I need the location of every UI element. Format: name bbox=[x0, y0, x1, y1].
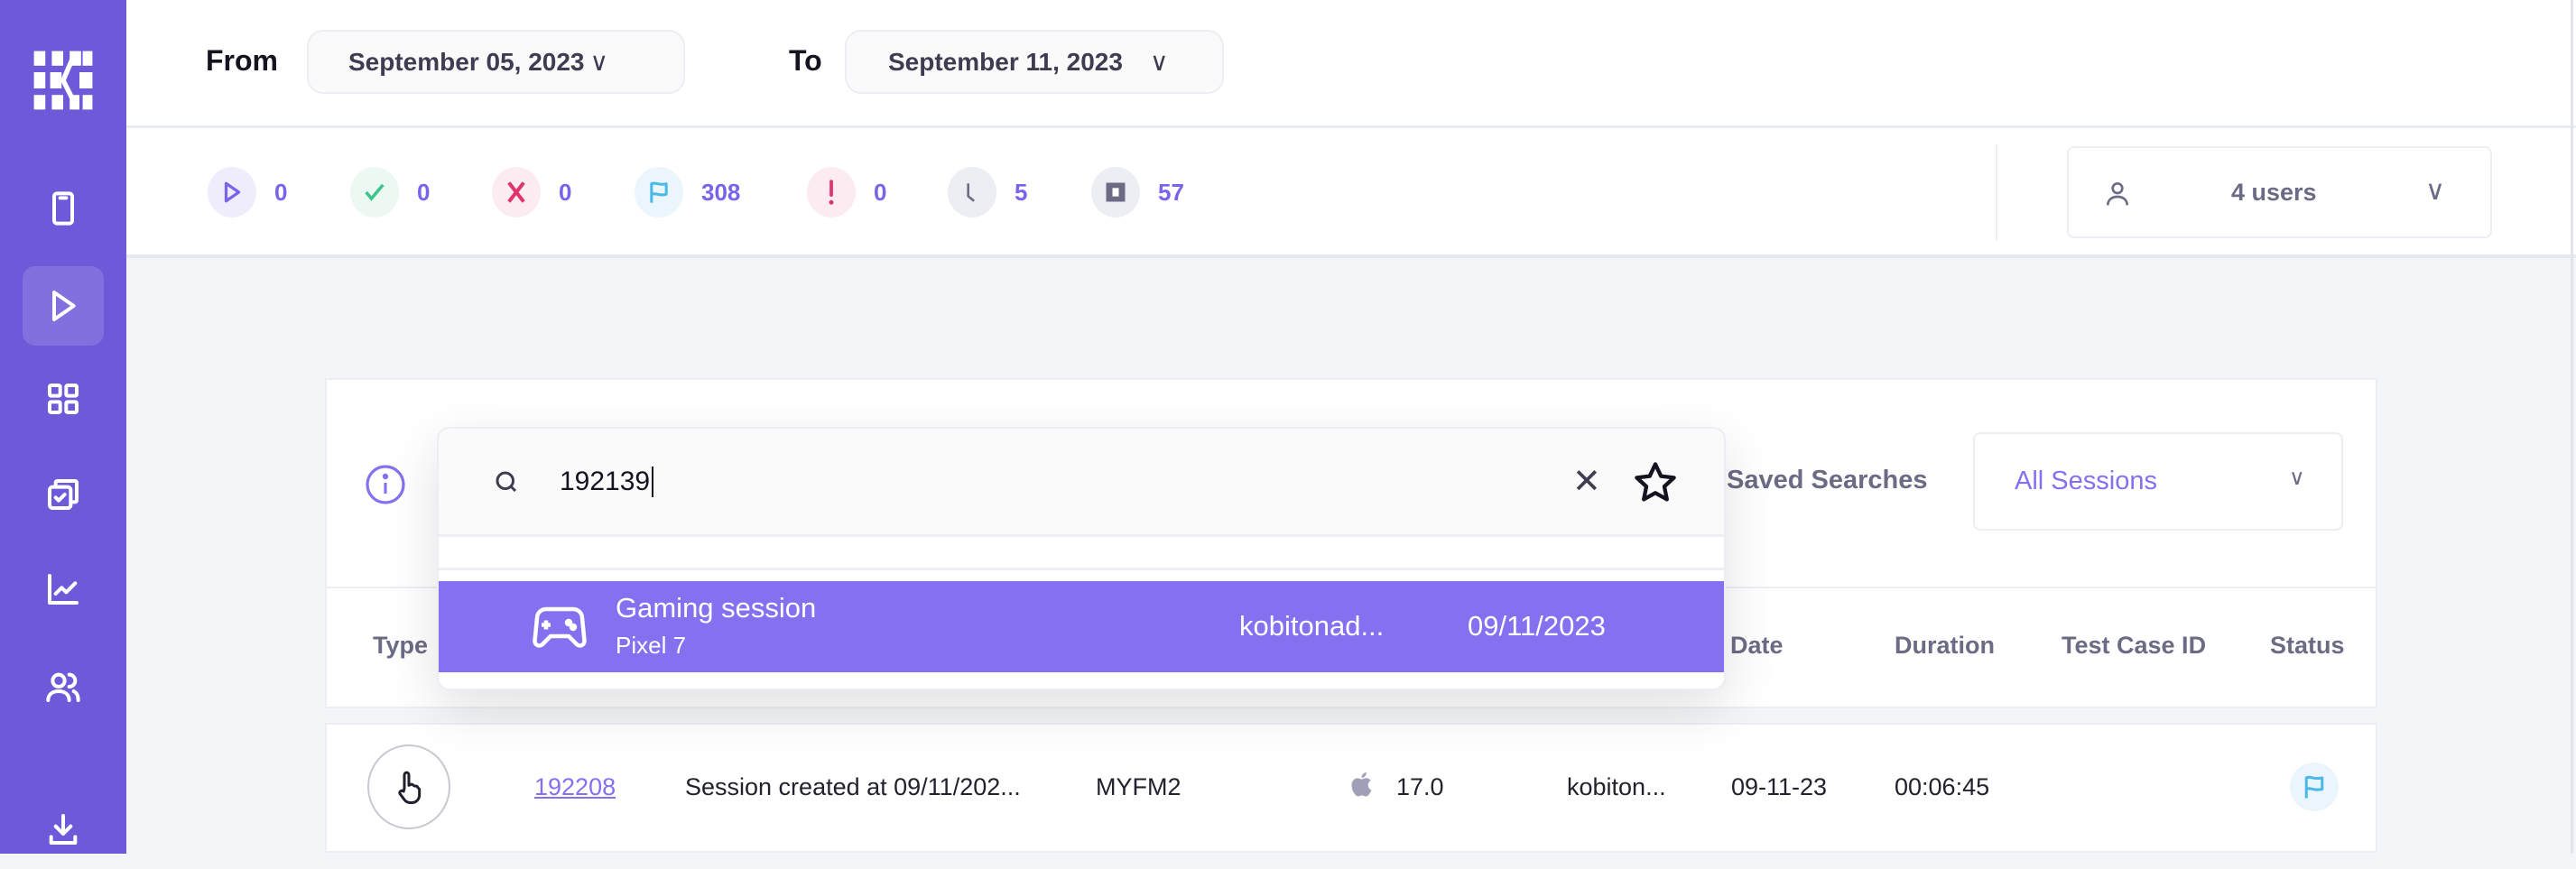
clear-search-icon[interactable]: ✕ bbox=[1572, 461, 1601, 502]
divider bbox=[1996, 144, 1997, 240]
to-label: To bbox=[789, 44, 822, 77]
sidebar-item-test-runs[interactable] bbox=[23, 455, 104, 534]
device-name: MYFM2 bbox=[1096, 773, 1181, 800]
stop-icon[interactable] bbox=[1091, 167, 1140, 217]
users-filter-dropdown[interactable]: 4 users ∨ bbox=[2067, 146, 2492, 238]
to-date-value: September 11, 2023 bbox=[888, 47, 1123, 76]
column-header-date[interactable]: Date bbox=[1730, 632, 1784, 660]
to-date-picker[interactable]: September 11, 2023 ∨ bbox=[845, 30, 1224, 94]
from-label: From bbox=[206, 44, 278, 77]
session-user: kobiton... bbox=[1567, 773, 1666, 800]
check-icon[interactable] bbox=[350, 167, 399, 217]
sidebar-item-download[interactable] bbox=[23, 790, 104, 869]
stat-count[interactable]: 57 bbox=[1158, 179, 1184, 207]
search-box: 192139 ✕ Gaming session Pixel 7 kobitona… bbox=[437, 427, 1726, 690]
x-icon[interactable] bbox=[492, 167, 541, 217]
exclamation-icon-glyph bbox=[829, 180, 834, 205]
stat-count[interactable]: 308 bbox=[701, 179, 740, 207]
sidebar-item-analytics[interactable] bbox=[23, 550, 104, 629]
suggestion-title: Gaming session bbox=[616, 592, 817, 624]
search-icon bbox=[496, 471, 517, 493]
column-header-duration[interactable]: Duration bbox=[1895, 632, 1995, 660]
play-icon[interactable] bbox=[208, 167, 256, 217]
sidebar-item-devices[interactable] bbox=[23, 169, 104, 248]
os-version: 17.0 bbox=[1396, 773, 1444, 800]
chevron-down-icon: ∨ bbox=[2289, 466, 2305, 490]
clock-icon[interactable] bbox=[948, 167, 996, 217]
from-date-picker[interactable]: September 05, 2023 ∨ bbox=[307, 30, 685, 94]
stat-count[interactable]: 0 bbox=[559, 179, 571, 207]
play-icon-glyph bbox=[224, 181, 241, 203]
checklist-icon bbox=[48, 479, 79, 510]
chevron-down-icon: ∨ bbox=[589, 48, 609, 76]
suggestion-user: kobitonad... bbox=[1239, 610, 1385, 642]
flag-icon bbox=[2304, 775, 2324, 799]
stat-count[interactable]: 0 bbox=[874, 179, 886, 207]
check-icon-glyph bbox=[365, 183, 385, 201]
suggestion-device: Pixel 7 bbox=[616, 632, 687, 659]
search-input[interactable]: 192139 bbox=[560, 467, 654, 497]
chevron-down-icon: ∨ bbox=[1149, 48, 1169, 76]
saved-searches-dropdown[interactable]: All Sessions ∨ bbox=[1973, 432, 2343, 531]
download-icon bbox=[49, 814, 78, 845]
flag-icon[interactable] bbox=[635, 167, 683, 217]
manual-session-type bbox=[367, 744, 450, 829]
stat-count[interactable]: 5 bbox=[1015, 179, 1027, 207]
column-header-test-case-id[interactable]: Test Case ID bbox=[2062, 632, 2206, 660]
hand-pointer-icon bbox=[398, 771, 422, 804]
chart-icon bbox=[48, 574, 79, 605]
stop-icon-glyph bbox=[1106, 182, 1126, 202]
apple-icon bbox=[1351, 772, 1372, 797]
info-icon[interactable] bbox=[364, 463, 407, 506]
scrollbar[interactable] bbox=[2571, 0, 2573, 854]
grid-icon bbox=[48, 384, 79, 414]
stat-count[interactable]: 0 bbox=[274, 179, 287, 207]
sidebar-item-apps[interactable] bbox=[23, 359, 104, 439]
search-suggestion-item[interactable]: Gaming session Pixel 7 kobitonad... 09/1… bbox=[439, 581, 1724, 672]
star-icon[interactable] bbox=[1632, 459, 1679, 506]
stat-count[interactable]: 0 bbox=[417, 179, 430, 207]
session-duration: 00:06:45 bbox=[1895, 773, 1990, 800]
sidebar-item-sessions[interactable] bbox=[23, 266, 104, 346]
kobiton-logo[interactable] bbox=[23, 41, 104, 120]
user-icon bbox=[2107, 182, 2128, 206]
phone-icon bbox=[52, 191, 74, 226]
sidebar bbox=[0, 0, 126, 854]
date-range-header: From September 05, 2023 ∨ To September 1… bbox=[126, 0, 2576, 128]
column-header-status[interactable]: Status bbox=[2270, 632, 2345, 660]
column-header-type[interactable]: Type bbox=[373, 632, 428, 660]
exclamation-icon[interactable] bbox=[807, 167, 856, 217]
users-icon bbox=[46, 672, 80, 702]
saved-searches-label: Saved Searches bbox=[1727, 466, 1928, 495]
flag-icon-glyph bbox=[650, 181, 668, 203]
session-name: Session created at 09/11/202... bbox=[685, 773, 1021, 800]
saved-search-selected: All Sessions bbox=[2015, 467, 2157, 495]
search-input-container[interactable]: 192139 ✕ bbox=[439, 429, 1724, 537]
status-badge bbox=[2290, 763, 2339, 811]
play-icon bbox=[52, 291, 76, 321]
gamepad-icon bbox=[533, 606, 587, 648]
users-count: 4 users bbox=[2231, 179, 2317, 206]
from-date-value: September 05, 2023 bbox=[348, 47, 585, 76]
chevron-down-icon: ∨ bbox=[2425, 176, 2445, 206]
suggestion-date: 09/11/2023 bbox=[1468, 610, 1606, 642]
session-id-link[interactable]: 192208 bbox=[534, 773, 616, 801]
session-date: 09-11-23 bbox=[1731, 773, 1828, 800]
sidebar-item-users[interactable] bbox=[23, 647, 104, 726]
clock-icon-glyph bbox=[967, 183, 975, 202]
x-icon-glyph bbox=[507, 181, 525, 203]
